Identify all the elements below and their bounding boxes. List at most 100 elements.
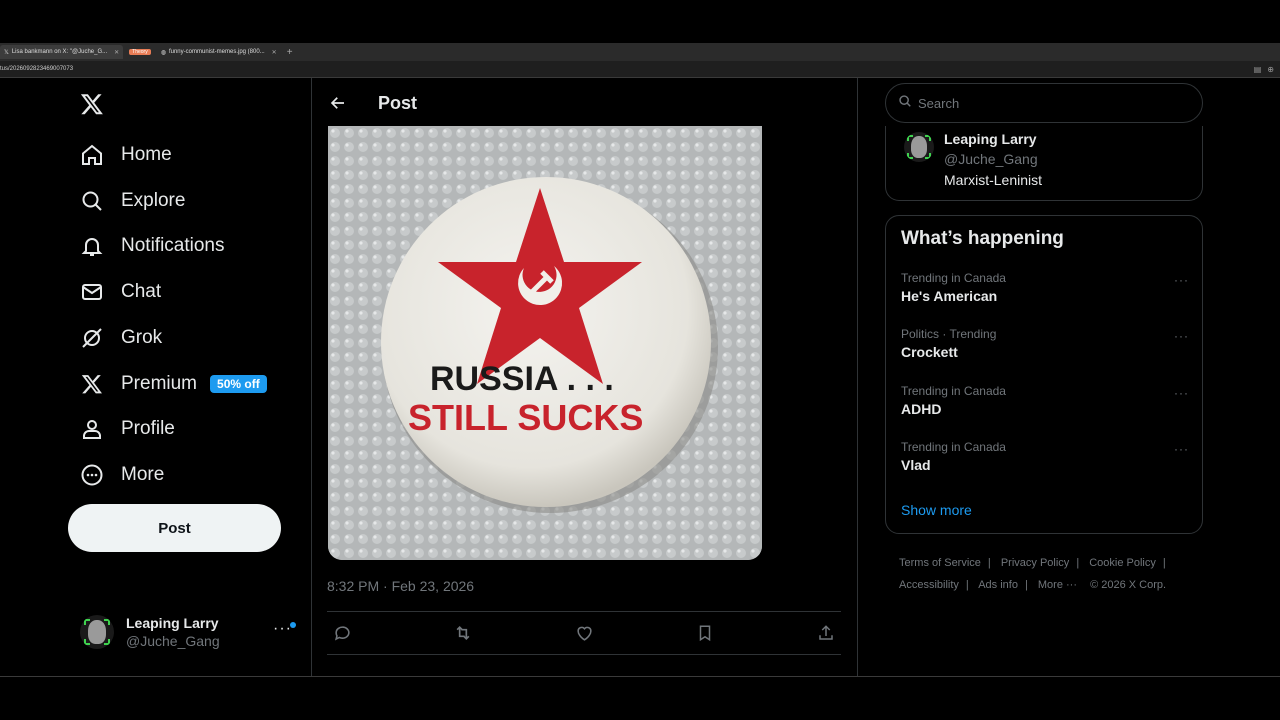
search-icon bbox=[898, 94, 912, 113]
nav-item-grok[interactable]: Grok bbox=[80, 323, 162, 353]
x-logo-icon bbox=[80, 372, 104, 396]
person-icon bbox=[80, 417, 104, 441]
trend-item[interactable]: Trending in Canada Vlad ··· bbox=[901, 440, 1191, 480]
nav-item-chat[interactable]: Chat bbox=[80, 277, 161, 307]
trend-item[interactable]: Politics · Trending Crockett ··· bbox=[901, 327, 1191, 367]
x-favicon-icon: 𝕏 bbox=[4, 49, 9, 56]
reply-icon[interactable] bbox=[331, 622, 353, 644]
post-image[interactable]: RUSSIA . . . STILL SUCKS bbox=[328, 126, 762, 560]
footer-link[interactable]: Privacy Policy bbox=[1001, 557, 1069, 569]
search-icon bbox=[80, 189, 104, 213]
left-sidebar: Home Explore Notifications Chat Grok Pre… bbox=[0, 78, 312, 676]
footer-link[interactable]: Terms of Service bbox=[899, 557, 981, 569]
nav-label: Grok bbox=[121, 327, 163, 348]
zoom-icon[interactable]: ⊕ bbox=[1267, 65, 1274, 74]
nav-item-profile[interactable]: Profile bbox=[80, 414, 175, 444]
footer-link[interactable]: Accessibility bbox=[899, 579, 959, 591]
account-name: Leaping Larry bbox=[126, 615, 219, 631]
panel-title: What’s happening bbox=[901, 228, 1064, 249]
share-icon[interactable] bbox=[815, 622, 837, 644]
trend-context: Trending in Canada bbox=[901, 384, 1006, 398]
footer-link[interactable]: Cookie Policy bbox=[1089, 557, 1156, 569]
account-handle: @Juche_Gang bbox=[126, 633, 220, 649]
button-text-line1: RUSSIA . . . bbox=[430, 360, 614, 398]
discount-badge: 50% off bbox=[210, 375, 267, 393]
grok-icon bbox=[80, 326, 104, 350]
trend-item[interactable]: Trending in Canada He's American ··· bbox=[901, 271, 1191, 311]
footer-link[interactable]: More ··· bbox=[1038, 579, 1077, 591]
browser-tab[interactable]: 𝕏 Lisa bankmann on X: "@Juche_G... ✕ bbox=[0, 45, 124, 59]
page-title: Post bbox=[378, 92, 418, 113]
whats-happening-panel: What’s happening Trending in Canada He's… bbox=[885, 215, 1203, 534]
like-heart-icon[interactable] bbox=[573, 622, 595, 644]
close-tab-icon[interactable]: ✕ bbox=[272, 49, 277, 56]
nav-item-notifications[interactable]: Notifications bbox=[80, 231, 225, 261]
trend-name: Vlad bbox=[901, 457, 931, 473]
browser-tab-label: Lisa bankmann on X: "@Juche_G... bbox=[11, 49, 108, 55]
author-name: Leaping Larry bbox=[944, 131, 1037, 147]
globe-favicon-icon: ◍ bbox=[160, 49, 166, 56]
author-card[interactable]: Leaping Larry @Juche_Gang Marxist-Lenini… bbox=[885, 126, 1203, 201]
close-tab-icon[interactable]: ✕ bbox=[114, 49, 119, 56]
more-circle-icon bbox=[80, 463, 104, 487]
nav-label: Explore bbox=[121, 190, 186, 211]
button-text-line2: STILL SUCKS bbox=[408, 397, 643, 438]
avatar bbox=[904, 132, 934, 162]
bell-icon bbox=[80, 234, 104, 258]
tab-group-pill: Theory bbox=[129, 49, 151, 55]
nav-label: Notifications bbox=[121, 235, 225, 256]
browser-tab-group[interactable]: Theory bbox=[125, 45, 155, 59]
more-dots-icon: ··· bbox=[273, 620, 292, 637]
nav-label: Profile bbox=[121, 418, 175, 439]
post-button[interactable]: Post bbox=[68, 504, 281, 552]
x-logo-icon[interactable] bbox=[80, 92, 104, 116]
footer-links: Terms of Service | Privacy Policy | Cookie… bbox=[899, 557, 1167, 591]
more-dots-icon[interactable]: ··· bbox=[1174, 273, 1189, 287]
trend-context: Trending in Canada bbox=[901, 440, 1006, 454]
address-bar[interactable]: tus/2026092823469007073 ▤ ⊕ bbox=[0, 61, 1280, 78]
trend-name: Crockett bbox=[901, 344, 958, 360]
main-column: Post RUSSIA . . . STILL SUCKS 8:32 PM · … bbox=[312, 78, 858, 676]
search-box[interactable] bbox=[885, 83, 1203, 123]
trend-context: Trending in Canada bbox=[901, 271, 1006, 285]
more-dots-icon[interactable]: ··· bbox=[1174, 329, 1189, 343]
nav-label: Premium bbox=[121, 373, 198, 394]
nav-label: More bbox=[121, 464, 165, 485]
browser-tab-label: funny-communist-memes.jpg (800... bbox=[168, 49, 265, 55]
new-tab-icon[interactable]: + bbox=[287, 47, 293, 58]
url-text: tus/2026092823469007073 bbox=[0, 66, 74, 72]
post-header: Post bbox=[312, 78, 772, 128]
browser-tab[interactable]: ◍ funny-communist-memes.jpg (800... ✕ bbox=[157, 45, 281, 59]
bookmark-icon[interactable] bbox=[694, 622, 716, 644]
nav-label: Chat bbox=[121, 281, 162, 302]
unread-dot bbox=[290, 622, 296, 628]
nav-item-explore[interactable]: Explore bbox=[80, 186, 185, 216]
trend-name: ADHD bbox=[901, 401, 942, 417]
nav-item-home[interactable]: Home bbox=[80, 140, 172, 170]
home-icon bbox=[80, 143, 104, 167]
avatar bbox=[80, 615, 114, 649]
more-dots-icon[interactable]: ··· bbox=[1174, 442, 1189, 456]
nav-item-premium[interactable]: Premium 50% off bbox=[80, 369, 267, 399]
author-handle: @Juche_Gang bbox=[944, 151, 1038, 167]
trend-item[interactable]: Trending in Canada ADHD ··· bbox=[901, 384, 1191, 424]
more-dots-icon[interactable]: ··· bbox=[1174, 386, 1189, 400]
trend-context: Politics · Trending bbox=[901, 327, 997, 341]
browser-tab-bar: 𝕏 Lisa bankmann on X: "@Juche_G... ✕ The… bbox=[0, 43, 1280, 61]
nav-item-more[interactable]: More bbox=[80, 460, 164, 490]
back-arrow-icon[interactable] bbox=[328, 93, 348, 113]
search-input[interactable] bbox=[918, 95, 1178, 111]
trend-name: He's American bbox=[901, 288, 998, 304]
mail-icon bbox=[80, 280, 104, 304]
footer-link[interactable]: Ads info bbox=[978, 579, 1018, 591]
copyright: © 2026 X Corp. bbox=[1090, 579, 1167, 591]
reader-icon[interactable]: ▤ bbox=[1254, 65, 1262, 74]
post-action-bar bbox=[327, 611, 841, 655]
account-switcher[interactable]: Leaping Larry @Juche_Gang ··· bbox=[80, 608, 300, 656]
show-more-link[interactable]: Show more bbox=[901, 502, 972, 518]
post-timestamp[interactable]: 8:32 PM · Feb 23, 2026 bbox=[327, 578, 474, 594]
repost-icon[interactable] bbox=[452, 622, 474, 644]
author-bio: Marxist-Leninist bbox=[944, 172, 1043, 188]
letterbox-bottom bbox=[0, 676, 1280, 720]
nav-label: Home bbox=[121, 144, 172, 165]
